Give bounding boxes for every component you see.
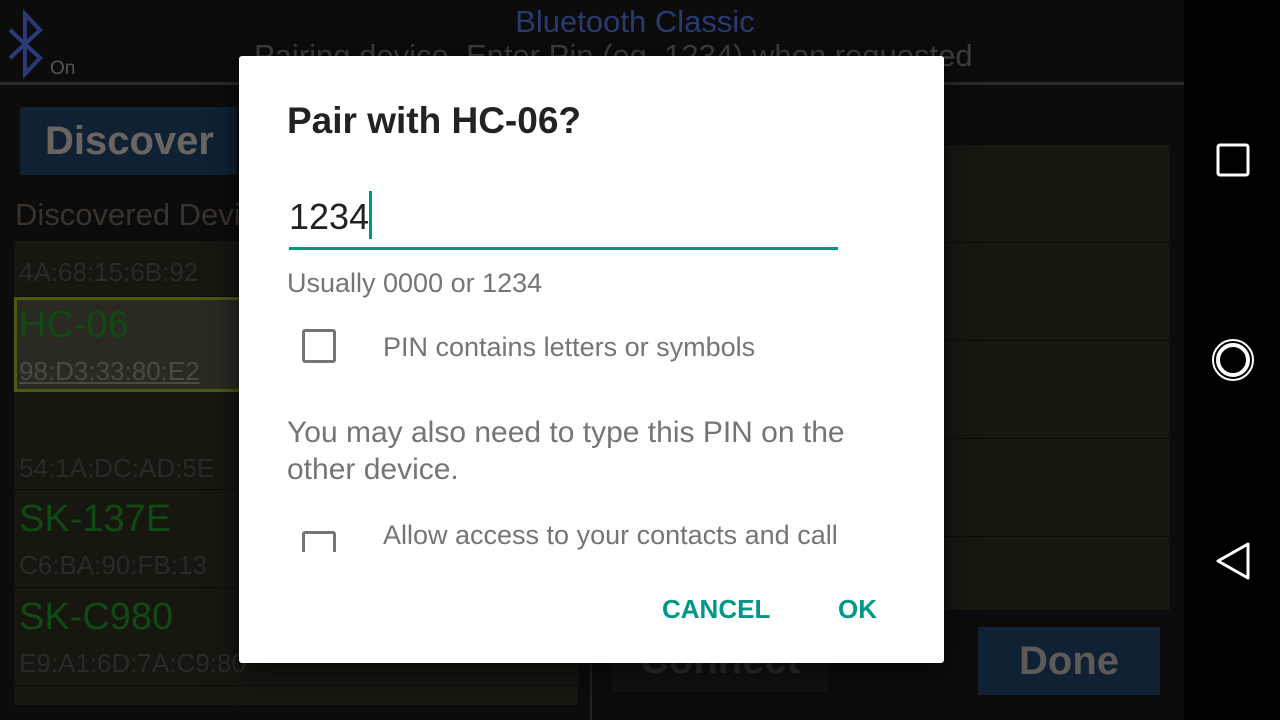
device-mac: 98:D3:33:80:E2: [19, 356, 200, 386]
discover-button[interactable]: Discover: [20, 107, 237, 175]
dialog-title: Pair with HC-06?: [287, 100, 581, 141]
letters-checkbox-label[interactable]: PIN contains letters or symbols: [383, 332, 755, 363]
pin-hint: Usually 0000 or 1234: [287, 268, 543, 298]
contacts-checkbox-label[interactable]: Allow access to your contacts and call: [383, 520, 838, 551]
done-button[interactable]: Done: [978, 627, 1160, 695]
device-name: HC-06: [19, 304, 129, 346]
back-icon[interactable]: [1214, 540, 1254, 587]
text-caret: [369, 191, 373, 240]
device-name: SK-C980: [19, 596, 174, 638]
device-mac: 54:1A:DC:AD:5E: [19, 453, 215, 483]
device-mac: 4A:68:15:6B:92: [19, 257, 199, 287]
contacts-checkbox-wrap[interactable]: [299, 528, 339, 552]
ok-button[interactable]: OK: [838, 594, 877, 625]
contacts-checkbox[interactable]: [302, 531, 336, 552]
cancel-button[interactable]: CANCEL: [662, 594, 770, 625]
device-mac: E9:A1:6D:7A:C9:80: [19, 648, 246, 678]
letters-checkbox[interactable]: [302, 329, 336, 363]
recents-icon[interactable]: [1216, 143, 1250, 182]
device-name: SK-137E: [19, 498, 172, 540]
app-title: Bluetooth Classic: [515, 4, 755, 39]
pin-info-text: You may also need to type this PIN on th…: [287, 416, 845, 486]
navigation-bar: [1184, 0, 1280, 720]
home-icon[interactable]: [1210, 337, 1256, 388]
bluetooth-status: On: [50, 58, 76, 79]
pair-dialog: Pair with HC-06? 1234 Usually 0000 or 12…: [239, 56, 944, 663]
device-mac: C6:BA:90:FB:13: [19, 550, 207, 580]
pin-input[interactable]: 1234: [289, 191, 838, 250]
pin-value: 1234: [289, 196, 370, 237]
